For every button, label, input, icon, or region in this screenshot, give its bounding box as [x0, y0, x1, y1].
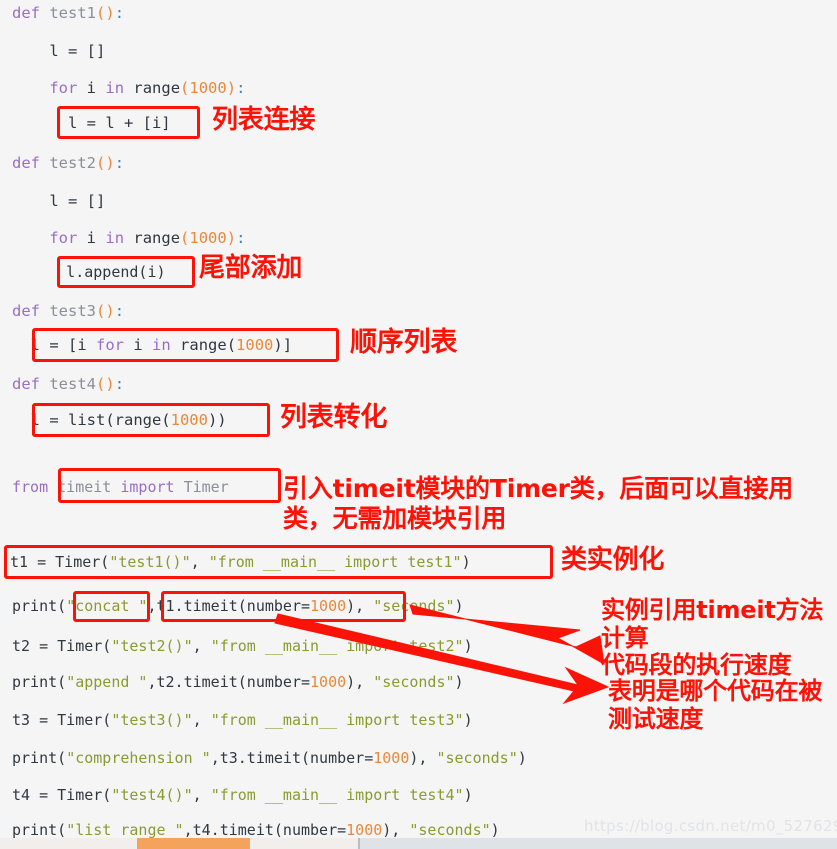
code-line-4: l = l + [i] — [12, 114, 171, 132]
csdn-watermark: https://blog.csdn.net/m0_52762927 — [584, 817, 837, 835]
code-line-14: t1 = Timer("test1()", "from __main__ imp… — [10, 553, 471, 571]
code-line-2: l = [] — [12, 42, 106, 60]
code-line-19: print("comprehension ",t3.timeit(number=… — [12, 749, 527, 767]
code-line-6: l = [] — [12, 192, 106, 210]
annotation-concat-string: 表明是哪个代码在被 测试速度 — [608, 677, 823, 733]
code-line-9: def test3(): — [12, 302, 125, 320]
code-line-1: def test1(): — [12, 4, 125, 22]
scrollbar-right-pane — [360, 838, 837, 849]
code-line-10: l = [i for i in range(1000)] — [12, 336, 293, 354]
annotation-list-comprehension: 顺序列表 — [350, 327, 458, 358]
code-line-18: t3 = Timer("test3()", "from __main__ imp… — [12, 711, 473, 729]
scrollbar-thumb[interactable] — [137, 838, 250, 849]
code-line-5: def test2(): — [12, 154, 125, 172]
code-line-15: print("concat ",t1.timeit(number=1000), … — [12, 597, 464, 615]
code-line-11: def test4(): — [12, 375, 125, 393]
code-line-20: t4 = Timer("test4()", "from __main__ imp… — [12, 786, 473, 804]
annotation-list-append: 尾部添加 — [199, 253, 303, 283]
annotation-timer-instance: 类实例化 — [561, 545, 665, 575]
code-line-8: l.append(i) — [12, 263, 166, 281]
code-line-13: from timeit import Timer — [12, 478, 229, 496]
code-line-21: print("list range ",t4.timeit(number=100… — [12, 821, 500, 839]
annotation-timeit-call: 实例引用timeit方法计算 代码段的执行速度 — [601, 596, 824, 680]
screenshot-root: def test1(): l = [] for i in range(1000)… — [0, 0, 837, 849]
horizontal-scrollbar[interactable] — [0, 838, 837, 849]
code-line-12: l = list(range(1000)) — [12, 411, 227, 429]
code-line-17: print("append ",t2.timeit(number=1000), … — [12, 673, 464, 691]
annotation-list-conversion: 列表转化 — [280, 402, 388, 433]
annotation-timeit-import: 引入timeit模块的Timer类，后面可以直接用 类，无需加模块引用 — [283, 474, 794, 533]
code-line-7: for i in range(1000): — [49, 229, 246, 247]
code-line-16: t2 = Timer("test2()", "from __main__ imp… — [12, 637, 473, 655]
code-line-3: for i in range(1000): — [49, 79, 246, 97]
annotation-list-concat: 列表连接 — [212, 105, 316, 135]
